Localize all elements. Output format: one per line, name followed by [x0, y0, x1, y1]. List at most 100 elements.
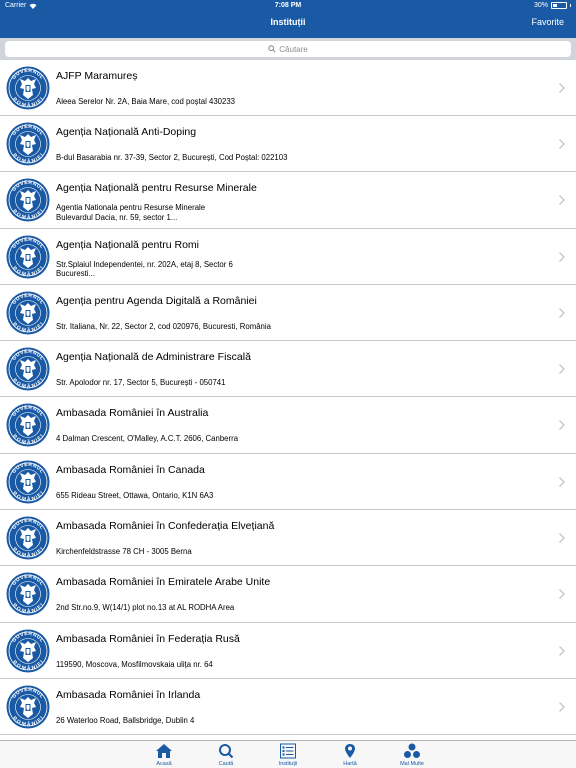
- list-item[interactable]: GUVERNUL ROMÂNIEI Ambasada României în C…: [0, 510, 576, 567]
- guvernul-romaniei-logo: GUVERNUL ROMÂNIEI: [6, 122, 50, 166]
- institution-address: Str. Italiana, Nr. 22, Sector 2, cod 020…: [56, 322, 526, 332]
- battery-percent: 30%: [533, 2, 548, 9]
- status-bar: Carrier 7:08 PM 30%: [0, 0, 576, 12]
- list-item[interactable]: GUVERNUL ROMÂNIEI Ambasada României în I…: [0, 678, 576, 736]
- address-line: 26 Waterloo Road, Ballsbridge, Dublin 4: [56, 715, 195, 725]
- institution-name: Agenția Națională de Administrare Fiscal…: [56, 351, 251, 364]
- address-line-2: Bulevardul Dacia, nr. 59, sector 1...: [56, 212, 178, 222]
- chevron-right-icon: [559, 589, 565, 600]
- guvernul-romaniei-logo: GUVERNUL ROMÂNIEI: [6, 66, 50, 110]
- institution-address: Str. Apolodor nr. 17, Sector 5, Bucureșt…: [56, 378, 526, 388]
- chevron-right-icon: [559, 701, 565, 712]
- institution-name: AJFP Maramureș: [56, 70, 138, 82]
- institution-address: Str.Splaiul Independentei, nr. 202A, eta…: [56, 260, 526, 279]
- address-line: Aleea Serelor Nr. 2A, Baia Mare, cod poș…: [56, 97, 236, 106]
- chevron-right-icon: [559, 307, 565, 318]
- status-right: 30%: [534, 2, 571, 9]
- address-line: 119590, Moscova, Mosfilmovskaia ulița nr…: [56, 659, 213, 669]
- list-item[interactable]: GUVERNUL ROMÂNIEI Agenția Națională Anti…: [0, 116, 576, 173]
- guvernul-romaniei-logo: GUVERNUL ROMÂNIEI: [6, 516, 50, 560]
- list-item[interactable]: GUVERNUL ROMÂNIEI Ambasada României în A…: [0, 397, 576, 454]
- tab-label: Mai Multe: [400, 761, 424, 767]
- institution-name: Ambasada României în Confederația Elveți…: [56, 520, 275, 533]
- institution-address: 655 Rideau Street, Ottawa, Ontario, K1N …: [56, 491, 526, 501]
- institution-name: Agenția Națională pentru Romi: [56, 238, 200, 251]
- header: Carrier 7:08 PM 30% Instituții Favorite: [0, 0, 576, 38]
- list-icon: [279, 743, 297, 759]
- tab-home[interactable]: Acasă: [133, 741, 195, 768]
- search-icon: [217, 743, 235, 759]
- search-input[interactable]: Căutare: [5, 41, 571, 57]
- institution-name: Ambasada României în Canada: [56, 463, 205, 476]
- tab-map[interactable]: Hartă: [319, 741, 381, 768]
- address-line: 655 Rideau Street, Ottawa, Ontario, K1N …: [56, 490, 214, 500]
- institution-name: Ambasada României în Emiratele Arabe Uni…: [56, 576, 271, 589]
- chevron-right-icon: [559, 139, 565, 149]
- list-item[interactable]: GUVERNUL ROMÂNIEI Ambasada României în F…: [0, 622, 576, 679]
- institution-address: 26 Waterloo Road, Ballsbridge, Dublin 4: [56, 716, 526, 726]
- institution-address: 2nd Str.no.9, W(14/1) plot no.13 at AL R…: [56, 603, 526, 613]
- tab-search[interactable]: Caută: [195, 741, 257, 768]
- institution-address: Aleea Serelor Nr. 2A, Baia Mare, cod poș…: [56, 97, 526, 107]
- institution-address: 4 Dalman Crescent, O'Malley, A.C.T. 2606…: [56, 434, 526, 444]
- guvernul-romaniei-logo: GUVERNUL ROMÂNIEI: [6, 572, 50, 616]
- tab-label: Caută: [218, 761, 234, 767]
- more-icon: [403, 743, 421, 759]
- search-bar: Căutare: [0, 38, 576, 60]
- favorites-button[interactable]: Favorite: [531, 17, 564, 27]
- guvernul-romaniei-logo: GUVERNUL ROMÂNIEI: [6, 629, 50, 673]
- page-title: Instituții: [270, 17, 306, 27]
- chevron-right-icon: [559, 420, 565, 431]
- address-line: Str. Apolodor nr. 17, Sector 5, Bucureșt…: [56, 378, 226, 388]
- chevron-right-icon: [559, 195, 565, 206]
- guvernul-romaniei-logo: GUVERNUL ROMÂNIEI: [6, 460, 50, 504]
- address-line: 2nd Str.no.9, W(14/1) plot no.13 at AL R…: [56, 603, 235, 613]
- institution-name: Ambasada României în Irlanda: [56, 688, 201, 701]
- status-time: 7:08 PM: [274, 2, 302, 9]
- chevron-right-icon: [559, 364, 565, 375]
- tab-label: Acasă: [156, 761, 172, 767]
- address-line: Str.Splaiul Independentei, nr. 202A, eta…: [56, 259, 233, 269]
- institution-name: Agenția Națională pentru Resurse Mineral…: [56, 182, 257, 195]
- battery-icon: [551, 2, 567, 9]
- chevron-right-icon: [559, 645, 565, 656]
- chevron-right-icon: [559, 476, 565, 487]
- list-item[interactable]: GUVERNUL ROMÂNIEI Agenția Națională pent…: [0, 172, 576, 229]
- search-icon: [268, 45, 276, 53]
- tab-label: Instituții: [278, 761, 298, 767]
- address-line: Str. Italiana, Nr. 22, Sector 2, cod 020…: [56, 321, 271, 331]
- guvernul-romaniei-logo: GUVERNUL ROMÂNIEI: [6, 178, 50, 222]
- guvernul-romaniei-logo: GUVERNUL ROMÂNIEI: [6, 685, 50, 729]
- institution-address: Agentia Nationala pentru Resurse Mineral…: [56, 203, 526, 222]
- list-item[interactable]: GUVERNUL ROMÂNIEI Agenția pentru Agenda …: [0, 284, 576, 342]
- institutions-list: GUVERNUL ROMÂNIEI AJFP Maramureș Aleea Se…: [0, 60, 576, 740]
- institution-name: Agenția pentru Agenda Digitală a Românie…: [56, 294, 257, 307]
- list-item[interactable]: GUVERNUL ROMÂNIEI Agenția Națională pent…: [0, 228, 576, 285]
- list-item[interactable]: GUVERNUL ROMÂNIEI Ambasada României în E…: [0, 566, 576, 623]
- address-line: B-dul Basarabia nr. 37-39, Sector 2, Buc…: [56, 153, 288, 162]
- address-line-2: Bucuresti...: [56, 269, 95, 279]
- address-line: Agentia Nationala pentru Resurse Mineral…: [56, 203, 206, 213]
- address-line: Kirchenfeldstrasse 78 CH - 3005 Berna: [56, 547, 192, 557]
- tab-label: Hartă: [343, 761, 357, 767]
- tab-more[interactable]: Mai Multe: [381, 741, 443, 768]
- chevron-right-icon: [559, 533, 565, 544]
- institution-name: Agenția Națională Anti-Doping: [56, 126, 197, 138]
- address-line: 4 Dalman Crescent, O'Malley, A.C.T. 2606…: [56, 434, 239, 444]
- guvernul-romaniei-logo: GUVERNUL ROMÂNIEI: [6, 235, 50, 279]
- guvernul-romaniei-logo: GUVERNUL ROMÂNIEI: [6, 347, 50, 391]
- list-item[interactable]: GUVERNUL ROMÂNIEI Ambasada României în C…: [0, 453, 576, 511]
- tab-institutions[interactable]: Instituții: [257, 741, 319, 768]
- home-icon: [155, 743, 173, 759]
- search-placeholder: Căutare: [279, 44, 308, 54]
- list-item[interactable]: GUVERNUL ROMÂNIEI AJFP Maramureș Aleea Se…: [0, 60, 576, 116]
- chevron-right-icon: [559, 83, 565, 93]
- list-item[interactable]: GUVERNUL ROMÂNIEI Agenția Națională de A…: [0, 341, 576, 398]
- institution-address: Kirchenfeldstrasse 78 CH - 3005 Berna: [56, 547, 526, 557]
- institution-name: Ambasada României în Australia: [56, 407, 209, 420]
- guvernul-romaniei-logo: GUVERNUL ROMÂNIEI: [6, 291, 50, 335]
- institution-address: B-dul Basarabia nr. 37-39, Sector 2, Buc…: [56, 153, 526, 163]
- institution-name: Ambasada României în Federația Rusă: [56, 632, 240, 645]
- tab-bar: Acasă Caută Instituții Hartă Mai Multe: [0, 740, 576, 768]
- institution-address: 119590, Moscova, Mosfilmovskaia ulița nr…: [56, 660, 526, 670]
